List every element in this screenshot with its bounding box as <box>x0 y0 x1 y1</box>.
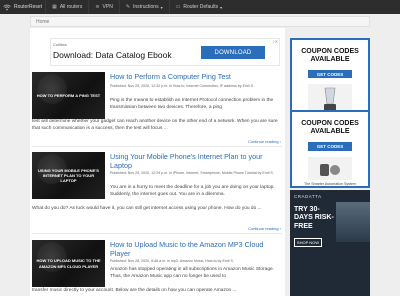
post-thumbnail[interactable]: HOW TO PERFORM A PING TEST <box>32 72 105 119</box>
cradle-logo: CRADATTA <box>294 194 322 199</box>
post-excerpt: Ping is the means to establish an Intern… <box>110 98 274 110</box>
main-content: Collibra Download: Data Catalog Ebook DO… <box>30 28 285 296</box>
coupon-heading: COUPON CODES <box>301 48 359 55</box>
router-icon: ▭ <box>175 4 181 10</box>
nav-all-routers-label: All routers <box>59 4 83 10</box>
ad-video <box>336 202 370 242</box>
breadcrumb: Home <box>30 16 370 27</box>
chevron-down-icon: ▾ <box>220 4 223 10</box>
thumbnail-caption: HOW TO PERFORM A PING TEST <box>36 92 101 98</box>
brand-link[interactable]: RouterReset <box>0 0 45 14</box>
ad-info-icon[interactable]: i ✕ <box>273 39 278 44</box>
continue-reading-link[interactable]: Continue reading › <box>248 139 281 144</box>
top-navbar: RouterReset ▦ All routers ≋ VPN ✎ Instru… <box>0 0 400 14</box>
nav-instructions[interactable]: ✎ Instructions ▾ <box>118 0 169 14</box>
post-title[interactable]: How to Perform a Computer Ping Test <box>110 72 282 82</box>
product-image <box>308 156 352 180</box>
shop-now-button[interactable]: SHOP NOW <box>294 238 322 247</box>
continue-reading-link[interactable]: Continue reading › <box>248 226 281 231</box>
post-thumbnail[interactable]: HOW TO UPLOAD MUSIC TO THE AMAZON MP3 CL… <box>32 240 105 287</box>
post-title[interactable]: How to Upload Music to the Amazon MP3 Cl… <box>110 240 282 258</box>
coupon-subheading: AVAILABLE <box>310 56 350 63</box>
thumbnail-caption: HOW TO UPLOAD MUSIC TO THE AMAZON MP3 CL… <box>36 258 101 269</box>
post-meta: Published: Nov 29, 2020, 12:29 p.m. in i… <box>110 171 274 175</box>
chevron-down-icon: ▾ <box>160 4 163 10</box>
ad-title[interactable]: Download: Data Catalog Ebook <box>53 50 172 60</box>
nav-router-defaults-label: Router Defaults <box>183 4 219 10</box>
sidebar-cradle-ad[interactable]: CRADATTA TRY 30-DAYS RISK-FREE SHOP NOW <box>290 190 370 296</box>
breadcrumb-home[interactable]: Home <box>36 19 49 25</box>
post-meta: Published: Nov 29, 2020, 12:32 p.m. in H… <box>110 84 254 88</box>
nav-router-defaults[interactable]: ▭ Router Defaults ▾ <box>168 0 229 14</box>
post-title[interactable]: Using Your Mobile Phone’s Internet Plan … <box>110 152 282 170</box>
post-thumbnail[interactable]: USING YOUR MOBILE PHONE'S INTERNET PLAN … <box>32 152 105 199</box>
thumbnail-caption: USING YOUR MOBILE PHONE'S INTERNET PLAN … <box>38 167 99 184</box>
post-excerpt: You are in a hurry to meet the deadline … <box>110 185 275 197</box>
nav-all-routers[interactable]: ▦ All routers <box>45 0 88 14</box>
post-excerpt: Amazon has stopped operating in all subs… <box>110 267 274 279</box>
banner-ad[interactable]: Collibra Download: Data Catalog Ebook DO… <box>50 38 280 66</box>
grid-icon: ▦ <box>52 4 57 10</box>
cradle-headline: TRY 30-DAYS RISK-FREE <box>294 206 334 230</box>
coupon-heading: COUPON CODES <box>301 120 359 127</box>
coupon-product-name: The Smarter Automation System <box>304 182 356 186</box>
post-divider <box>32 233 282 234</box>
nav-vpn-label: VPN <box>102 4 113 10</box>
nav-instructions-label: Instructions <box>133 4 159 10</box>
post-meta: Published: Nov 28, 2020, 8:48 a.m. in mp… <box>110 259 234 263</box>
smart-speaker-icon <box>320 164 340 177</box>
post-excerpt-continued: transfer music directly to your account.… <box>32 288 237 293</box>
brand-name: RouterReset <box>14 4 43 10</box>
sidebar-coupon-ad[interactable]: COUPON CODES AVAILABLE GET CODES The Sma… <box>290 110 370 188</box>
wrench-icon: ✎ <box>125 4 131 10</box>
get-codes-button[interactable]: GET CODES <box>308 70 352 79</box>
post-excerpt-continued: test will determine whether your gadget … <box>32 119 278 131</box>
post-excerpt-continued: What do you do? As luck would have it, y… <box>32 206 262 211</box>
nav-vpn[interactable]: ≋ VPN <box>88 0 118 14</box>
ad-download-button[interactable]: DOWNLOAD <box>201 46 265 59</box>
wifi-logo-icon <box>3 4 11 10</box>
ad-source: Collibra <box>53 42 67 47</box>
get-codes-button[interactable]: GET CODES <box>308 142 352 151</box>
coupon-subheading: AVAILABLE <box>310 128 350 135</box>
post-divider <box>32 146 282 147</box>
wifi-icon: ≋ <box>95 4 100 10</box>
